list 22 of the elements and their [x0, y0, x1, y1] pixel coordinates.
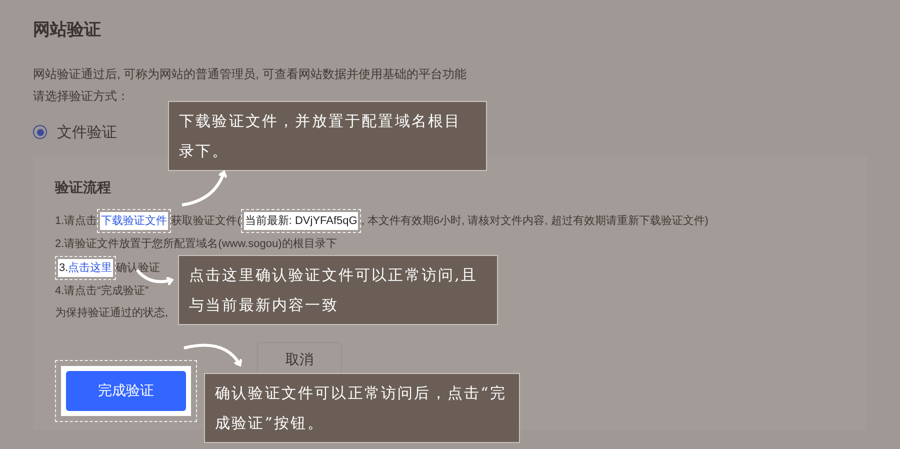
description: 网站验证通过后, 可称为网站的普通管理员, 可查看网站数据并使用基础的平台功能: [33, 66, 468, 83]
process-title: 验证流程: [55, 179, 112, 197]
radio-option[interactable]: 文件验证: [33, 122, 117, 142]
step-text: , 本文件有效期6小时, 请核对文件内容, 超过有效期请重新下载验证文件): [361, 215, 708, 227]
step-text: 确认验证: [116, 262, 160, 274]
arrow: [184, 344, 242, 366]
step-text: 3.: [59, 262, 68, 274]
step-text: 1.请点击: [55, 215, 98, 227]
link[interactable]: 点击这里: [68, 262, 112, 274]
step-text: 获取验证文件(: [171, 215, 241, 227]
step-text: 4.请点击“完成验证”: [55, 284, 148, 296]
method-prompt: 请选择验证方式：: [33, 88, 130, 105]
arrow: [182, 170, 228, 206]
callout: 确认验证文件可以正常访问后，点击“完成验证”按钮。: [204, 373, 520, 443]
callout: 下载验证文件，并放置于配置域名根目录下。: [168, 101, 487, 171]
page-title: 网站验证: [33, 19, 102, 41]
step-text: 2.请验证文件放置于您所配置域名(www.sogou)的根目录下: [55, 238, 337, 250]
step-text: 当前最新: DVjYFAf5qG: [244, 215, 358, 227]
radio-icon[interactable]: [33, 125, 47, 139]
callout: 点击这里确认验证文件可以正常访问,且与当前最新内容一致: [178, 255, 498, 325]
step-text: 为保持验证通过的状态,: [55, 307, 168, 319]
finish-button[interactable]: 完成验证: [66, 370, 186, 410]
